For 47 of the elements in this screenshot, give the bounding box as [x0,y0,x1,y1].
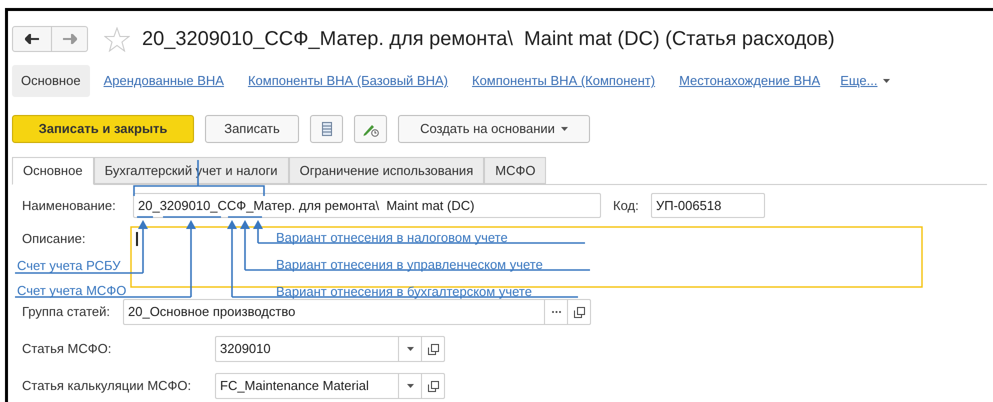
save-button[interactable]: Записать [205,115,299,143]
underline-mark [163,216,221,218]
caret-icon [406,347,414,351]
open-window-icon [428,344,438,354]
group-input-field[interactable]: 20_Основное производство [123,299,591,325]
code-input-field[interactable]: УП-006518 [651,193,765,218]
field-label: Описание: [22,230,86,248]
open-window-icon [574,306,584,318]
tab[interactable]: Ограничение использования [288,157,484,184]
star-icon[interactable] [104,26,130,52]
field-label: Статья МСФО: [22,340,112,358]
forward-arrow-icon [62,34,76,44]
name-input-field[interactable]: 20_3209010_ССФ_Матер. для ремонта\ Maint mat (DC) [133,193,601,218]
annotation-label: Вариант отнесения в управленческом учете [276,256,543,274]
back-arrow-icon [25,34,39,44]
field-label: Код: [613,196,640,215]
nav-link[interactable]: Компоненты ВНА (Компонент) [472,71,656,91]
caret-icon [883,79,890,83]
edit-button[interactable] [354,115,387,143]
annotation-label: Вариант отнесения в налоговом учете [276,229,508,247]
window-title: 20_3209010_ССФ_Матер. для ремонта\ Maint mat (DC) (Статья расходов) [142,27,835,52]
select-field[interactable]: FC_Maintenance Material [215,373,445,399]
list-icon [322,122,332,136]
save-and-close-button[interactable]: Записать и закрыть [12,115,194,143]
annotation-label: Счет учета РСБУ [17,257,121,275]
caret-icon [560,127,568,131]
annotation-label: Вариант отнесения в бухгалтерском учете [276,283,532,301]
annotation-label: Счет учета МСФО [17,282,126,300]
nav-link[interactable]: Местонахождение ВНА [679,71,820,91]
more-link[interactable]: Еще... [840,71,890,91]
create-based-on-button[interactable]: Создать на основании [398,115,590,143]
nav-link[interactable]: Основное [12,65,90,97]
field-label: Группа статей: [22,303,111,322]
open-window-icon [428,380,438,392]
text-cursor [136,232,138,246]
tab[interactable]: МСФО [484,157,546,184]
back-button[interactable] [12,26,52,52]
caret-icon [406,384,414,388]
tab[interactable]: Основное [12,157,94,185]
select-field[interactable]: 3209010 [215,336,445,362]
field-label: Наименование: [22,196,117,215]
list-button[interactable] [310,115,343,143]
field-label: Статья калькуляции МСФО: [22,377,192,396]
nav-link[interactable]: Компоненты ВНА (Базовый ВНА) [248,71,448,91]
underline-mark [228,216,262,218]
underline-mark [137,216,153,218]
nav-link[interactable]: Арендованные ВНА [104,71,224,91]
